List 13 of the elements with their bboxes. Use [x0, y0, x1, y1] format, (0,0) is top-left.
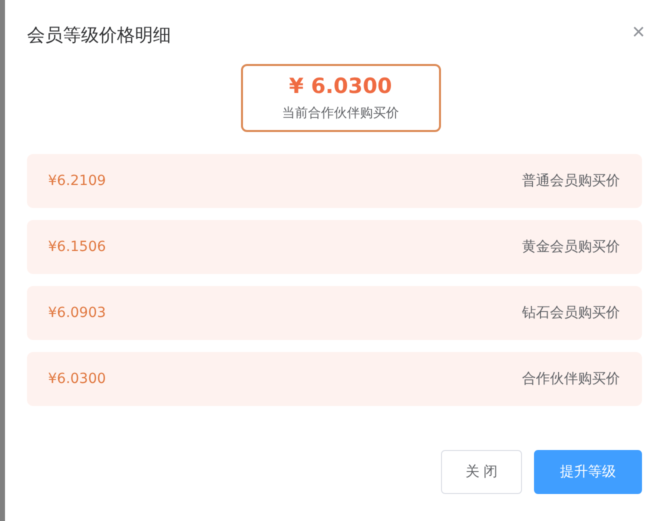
tier-price: ¥6.1506	[48, 239, 106, 255]
upgrade-button[interactable]: 提升等级	[534, 450, 642, 494]
tier-price: ¥6.2109	[48, 173, 106, 189]
tier-price: ¥6.0300	[48, 371, 106, 387]
tier-label: 钻石会员购买价	[522, 304, 620, 322]
tier-label: 黄金会员购买价	[522, 238, 620, 256]
current-price: ¥ 6.0300	[289, 74, 392, 98]
close-button[interactable]: 关 闭	[441, 450, 522, 494]
current-price-label: 当前合作伙伴购买价	[282, 105, 399, 122]
dialog-title: 会员等级价格明细	[27, 24, 171, 47]
tier-label: 合作伙伴购买价	[522, 370, 620, 388]
tier-price: ¥6.0903	[48, 305, 106, 321]
tier-label: 普通会员购买价	[522, 172, 620, 190]
